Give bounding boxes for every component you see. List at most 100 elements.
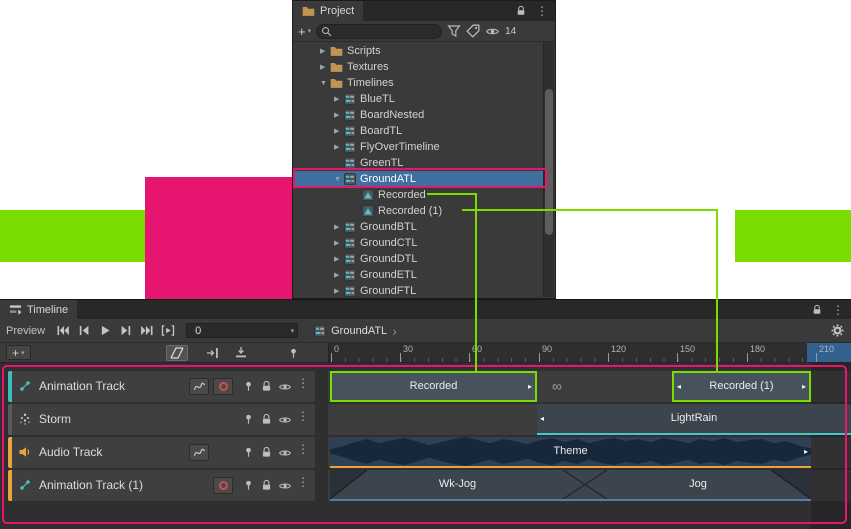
track-menu-icon[interactable]: ⋮ xyxy=(297,410,309,422)
tree-item-groundetl[interactable]: ▶GroundETL xyxy=(294,267,543,283)
track-menu-icon[interactable]: ⋮ xyxy=(297,476,309,488)
lock-icon[interactable] xyxy=(260,479,273,492)
tree-item-timelines[interactable]: ▼Timelines xyxy=(294,75,543,91)
mute-eye-icon[interactable] xyxy=(278,380,292,394)
search-by-label-icon[interactable] xyxy=(466,24,480,38)
time-ruler[interactable]: 0 30 60 90 120 150 180 210 xyxy=(328,343,851,362)
foldout-expanded-icon[interactable]: ▼ xyxy=(320,80,330,87)
tree-item-groundatl-selected[interactable]: ▼GroundATL xyxy=(294,171,543,187)
tree-item-scripts[interactable]: ▶Scripts xyxy=(294,43,543,59)
pin-icon[interactable] xyxy=(242,446,255,459)
curves-button[interactable] xyxy=(189,378,209,395)
ripple-mode-button[interactable] xyxy=(202,345,224,361)
foldout-collapsed-icon[interactable]: ▶ xyxy=(320,63,330,71)
timeline-window: Timeline ⋮ Preview ▾ GroundATL › xyxy=(0,299,851,529)
clip-recorded[interactable]: Recorded ▸ xyxy=(330,371,537,402)
track-menu-icon[interactable]: ⋮ xyxy=(297,443,309,455)
timeline-asset-icon xyxy=(344,109,356,121)
foldout-collapsed-icon[interactable]: ▶ xyxy=(334,127,344,135)
tree-item-recorded-1[interactable]: Recorded (1) xyxy=(294,203,543,219)
tree-item-groundbtl[interactable]: ▶GroundBTL xyxy=(294,219,543,235)
tree-item-label: BoardNested xyxy=(360,109,424,121)
project-add-button[interactable]: + ▾ xyxy=(298,24,311,39)
visibility-eye-icon[interactable] xyxy=(485,24,500,39)
tree-item-label: Recorded (1) xyxy=(378,205,442,217)
track-header-storm[interactable]: Storm ⋮ xyxy=(8,404,315,435)
clip-group-wkjog-jog[interactable]: Wk-Jog Jog xyxy=(330,470,811,501)
tree-item-groundctl[interactable]: ▶GroundCTL xyxy=(294,235,543,251)
frame-input[interactable] xyxy=(193,324,290,338)
foldout-collapsed-icon[interactable]: ▶ xyxy=(320,47,330,55)
track-header-animation-track-1[interactable]: Animation Track (1) ⋮ xyxy=(8,470,315,501)
clip-recorded-1[interactable]: Recorded (1) ◂ ▸ xyxy=(672,371,811,402)
goto-end-button[interactable] xyxy=(136,322,157,339)
project-scrollbar[interactable] xyxy=(543,42,554,297)
search-by-type-icon[interactable] xyxy=(447,24,461,38)
lock-icon[interactable] xyxy=(811,304,823,316)
tree-item-flyovertimeline[interactable]: ▶FlyOverTimeline xyxy=(294,139,543,155)
curves-button[interactable] xyxy=(189,444,209,461)
lock-icon[interactable] xyxy=(260,380,273,393)
search-input[interactable] xyxy=(335,25,437,38)
foldout-collapsed-icon[interactable]: ▶ xyxy=(334,287,344,295)
mute-eye-icon[interactable] xyxy=(278,413,292,427)
add-track-button[interactable]: + ▾ xyxy=(6,345,31,360)
clip-label-wkjog[interactable]: Wk-Jog xyxy=(330,470,585,499)
pin-icon[interactable] xyxy=(242,413,255,426)
tab-timeline[interactable]: Timeline xyxy=(0,300,77,319)
clip-label: Theme xyxy=(330,437,811,466)
tab-project[interactable]: Project xyxy=(293,1,363,21)
replace-mode-button[interactable] xyxy=(230,345,252,361)
goto-start-button[interactable] xyxy=(52,322,73,339)
record-button[interactable] xyxy=(213,378,233,395)
clip-lightrain[interactable]: LightRain ◂ xyxy=(537,404,851,435)
foldout-collapsed-icon[interactable]: ▶ xyxy=(334,223,344,231)
mix-mode-button[interactable] xyxy=(166,345,188,361)
timeline-asset-icon xyxy=(344,93,356,105)
pin-icon[interactable] xyxy=(242,380,255,393)
track-menu-icon[interactable]: ⋮ xyxy=(297,377,309,389)
dropdown-arrow-icon[interactable]: ▾ xyxy=(291,327,295,335)
foldout-collapsed-icon[interactable]: ▶ xyxy=(334,111,344,119)
record-button[interactable] xyxy=(213,477,233,494)
next-frame-button[interactable] xyxy=(115,322,136,339)
tree-item-grounddtl[interactable]: ▶GroundDTL xyxy=(294,251,543,267)
tree-item-boardtl[interactable]: ▶BoardTL xyxy=(294,123,543,139)
track-header-audio-track[interactable]: Audio Track ⋮ xyxy=(8,437,315,468)
tree-item-bluetl[interactable]: ▶BlueTL xyxy=(294,91,543,107)
tree-item-recorded[interactable]: Recorded xyxy=(294,187,543,203)
tree-item-greentl[interactable]: GreenTL xyxy=(294,155,543,171)
previous-frame-button[interactable] xyxy=(73,322,94,339)
foldout-collapsed-icon[interactable]: ▶ xyxy=(334,255,344,263)
preview-toggle[interactable]: Preview xyxy=(6,325,45,337)
lock-icon[interactable] xyxy=(260,446,273,459)
folder-icon xyxy=(302,5,315,17)
foldout-expanded-icon[interactable]: ▼ xyxy=(334,176,344,183)
play-range-button[interactable] xyxy=(157,322,178,339)
tree-item-textures[interactable]: ▶Textures xyxy=(294,59,543,75)
window-menu-icon[interactable]: ⋮ xyxy=(832,304,844,316)
foldout-collapsed-icon[interactable]: ▶ xyxy=(334,239,344,247)
clip-label-jog[interactable]: Jog xyxy=(585,470,811,499)
pin-icon[interactable] xyxy=(242,479,255,492)
project-search-field[interactable] xyxy=(316,24,442,39)
tree-item-boardnested[interactable]: ▶ BoardNested xyxy=(294,107,543,123)
breadcrumb[interactable]: GroundATL › xyxy=(314,324,397,338)
foldout-collapsed-icon[interactable]: ▶ xyxy=(334,143,344,151)
current-frame-field[interactable]: ▾ xyxy=(186,323,298,338)
foldout-collapsed-icon[interactable]: ▶ xyxy=(334,95,344,103)
show-markers-button[interactable] xyxy=(282,345,304,361)
mute-eye-icon[interactable] xyxy=(278,446,292,460)
scrollbar-thumb[interactable] xyxy=(545,89,553,235)
clip-theme[interactable]: Theme ▸ xyxy=(330,437,811,468)
hidden-count: 14 xyxy=(505,26,516,37)
tree-item-groundftl[interactable]: ▶GroundFTL xyxy=(294,283,543,299)
lock-icon[interactable] xyxy=(260,413,273,426)
play-button[interactable] xyxy=(94,322,115,339)
lock-icon[interactable] xyxy=(515,5,527,17)
settings-gear-icon[interactable] xyxy=(830,323,845,338)
window-menu-icon[interactable]: ⋮ xyxy=(536,5,548,17)
mute-eye-icon[interactable] xyxy=(278,479,292,493)
track-header-animation-track[interactable]: Animation Track ⋮ xyxy=(8,371,315,402)
foldout-collapsed-icon[interactable]: ▶ xyxy=(334,271,344,279)
